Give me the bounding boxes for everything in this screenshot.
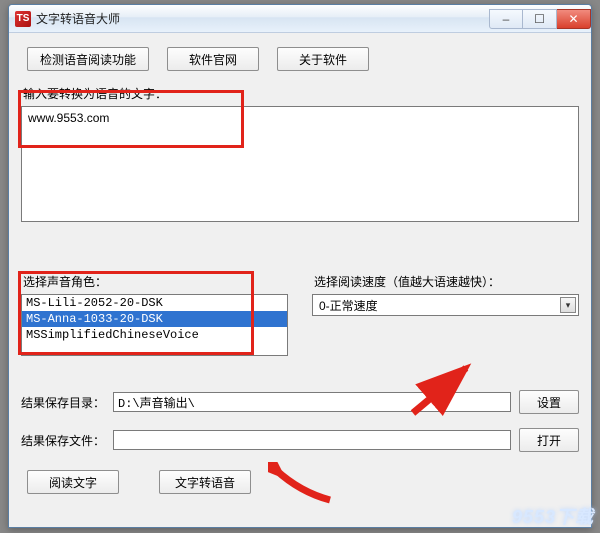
close-button[interactable]: ✕ — [557, 9, 591, 29]
titlebar: TS 文字转语音大师 – ☐ ✕ — [9, 5, 591, 33]
window-controls: – ☐ ✕ — [489, 9, 591, 29]
save-file-input[interactable] — [113, 430, 511, 450]
window-title: 文字转语音大师 — [36, 10, 120, 27]
convert-to-speech-button[interactable]: 文字转语音 — [159, 470, 251, 494]
list-item[interactable]: MS-Lili-2052-20-DSK — [22, 295, 287, 311]
app-icon: TS — [15, 11, 31, 27]
open-file-button[interactable]: 打开 — [519, 428, 579, 452]
read-text-button[interactable]: 阅读文字 — [27, 470, 119, 494]
speed-value: 0-正常速度 — [319, 297, 378, 314]
set-dir-button[interactable]: 设置 — [519, 390, 579, 414]
save-dir-label: 结果保存目录： — [21, 394, 105, 411]
voice-role-label: 选择声音角色： — [23, 273, 288, 290]
input-text-area[interactable] — [21, 106, 579, 222]
save-dir-input[interactable] — [113, 392, 511, 412]
speed-select[interactable]: 0-正常速度 ▾ — [312, 294, 579, 316]
save-file-label: 结果保存文件： — [21, 432, 105, 449]
list-item[interactable]: MS-Anna-1033-20-DSK — [22, 311, 287, 327]
detect-voice-button[interactable]: 检测语音阅读功能 — [27, 47, 149, 71]
about-button[interactable]: 关于软件 — [277, 47, 369, 71]
voice-role-listbox[interactable]: MS-Lili-2052-20-DSK MS-Anna-1033-20-DSK … — [21, 294, 288, 356]
chevron-down-icon[interactable]: ▾ — [560, 297, 576, 313]
official-site-button[interactable]: 软件官网 — [167, 47, 259, 71]
input-text-label: 输入要转换为语音的文字： — [23, 85, 579, 102]
speed-label: 选择阅读速度（值越大语速越快）： — [314, 273, 579, 290]
minimize-button[interactable]: – — [489, 9, 523, 29]
maximize-button[interactable]: ☐ — [523, 9, 557, 29]
list-item[interactable]: MSSimplifiedChineseVoice — [22, 327, 287, 343]
